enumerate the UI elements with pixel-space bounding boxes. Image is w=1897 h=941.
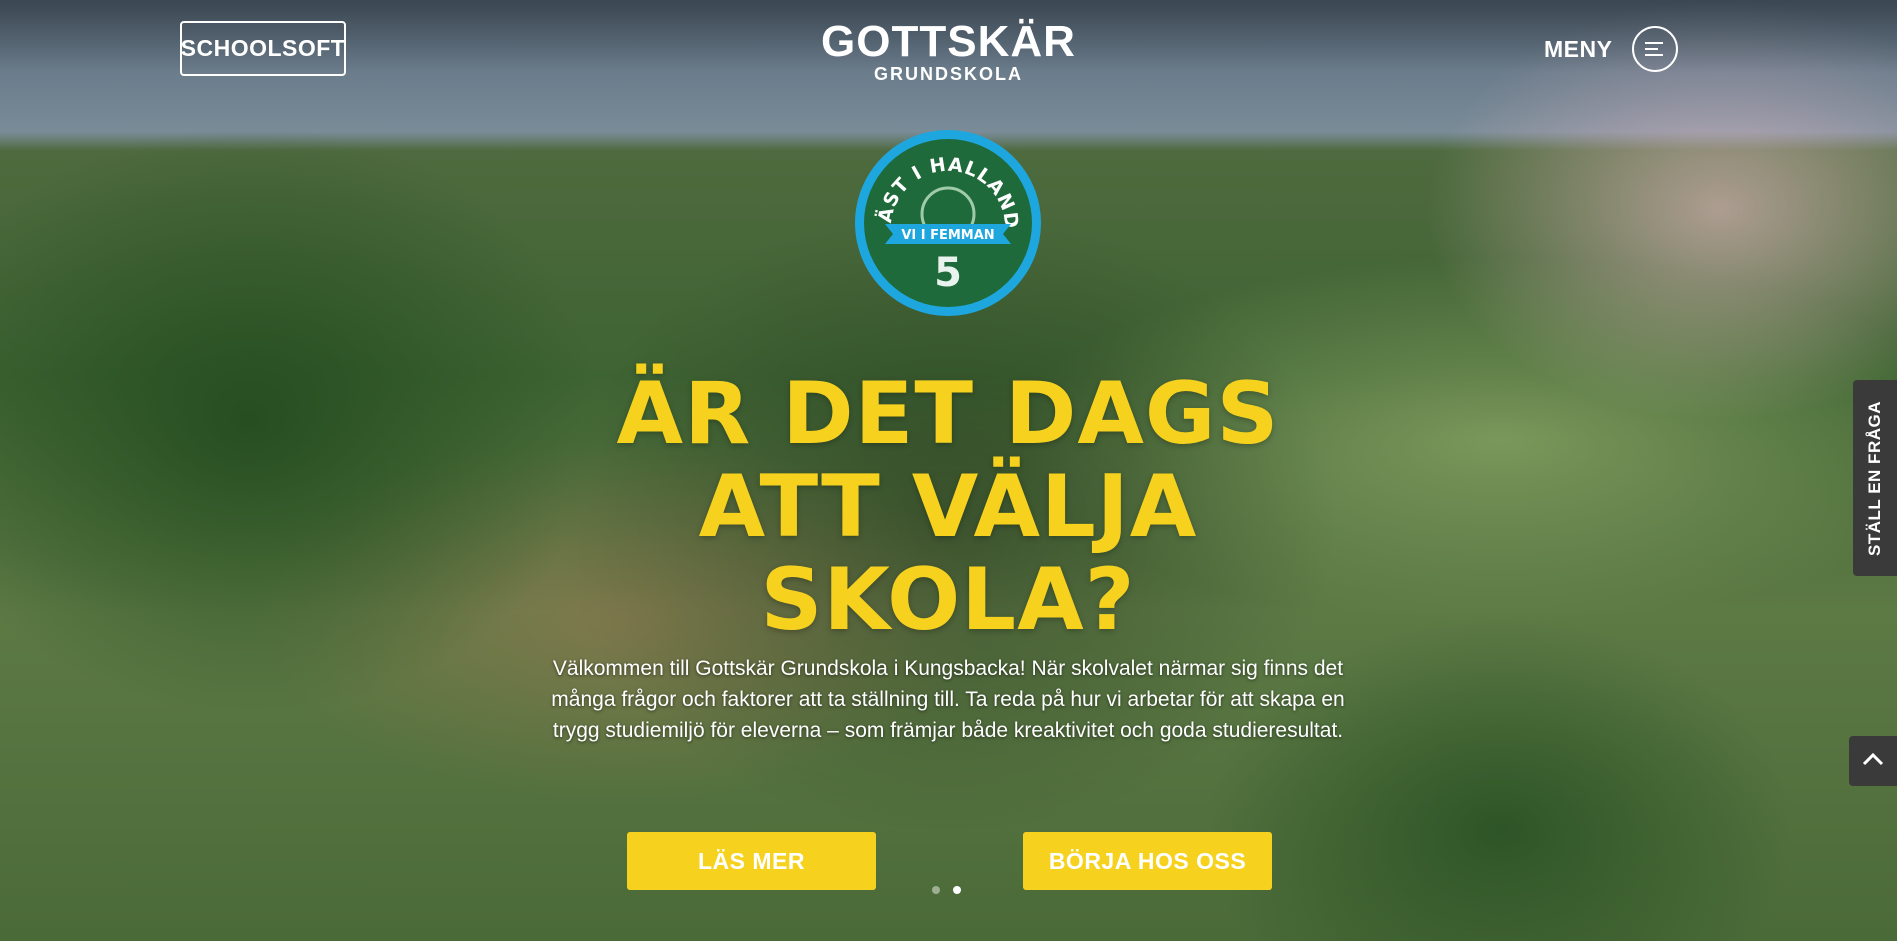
badge-ribbon-text: VI I FEMMAN (901, 228, 994, 243)
scroll-to-top-button[interactable] (1849, 736, 1897, 786)
chevron-up-icon (1862, 752, 1884, 771)
ask-question-tab[interactable]: STÄLL EN FRÅGA (1853, 380, 1897, 576)
badge-number: 5 (934, 250, 962, 296)
best-in-halland-badge: BÄST I HALLAND! VI I FEMMAN 5 (845, 111, 1043, 318)
start-with-us-button[interactable]: BÖRJA HOS OSS (1023, 832, 1272, 890)
start-with-us-label: BÖRJA HOS OSS (1048, 847, 1247, 874)
menu-button[interactable]: MENY (1544, 24, 1679, 74)
slider-dot-2[interactable] (953, 886, 961, 894)
headline-line-2: ATT VÄLJA (698, 457, 1198, 557)
hero-intro-text: Välkommen till Gottskär Grundskola i Kun… (551, 657, 1345, 742)
hamburger-icon (1632, 26, 1679, 72)
schoolsoft-button[interactable]: SCHOOLSOFT (180, 21, 346, 76)
ask-question-label: STÄLL EN FRÅGA (1865, 400, 1884, 556)
read-more-button[interactable]: LÄS MER (627, 832, 876, 890)
headline-line-1: ÄR DET DAGS (616, 364, 1280, 464)
schoolsoft-button-label: SCHOOLSOFT (180, 35, 346, 61)
site-logo[interactable]: GOTTSKÄR GRUNDSKOLA (800, 17, 1097, 85)
slider-dot-1[interactable] (932, 886, 940, 894)
hero-headline: ÄR DET DAGS ATT VÄLJA SKOLA? (548, 368, 1348, 647)
logo-sub-text: GRUNDSKOLA (874, 64, 1023, 84)
logo-main-text: GOTTSKÄR (821, 17, 1076, 66)
menu-label: MENY (1544, 35, 1613, 62)
slider-dots (932, 886, 961, 894)
read-more-label: LÄS MER (698, 847, 805, 874)
headline-line-3: SKOLA? (760, 550, 1136, 650)
